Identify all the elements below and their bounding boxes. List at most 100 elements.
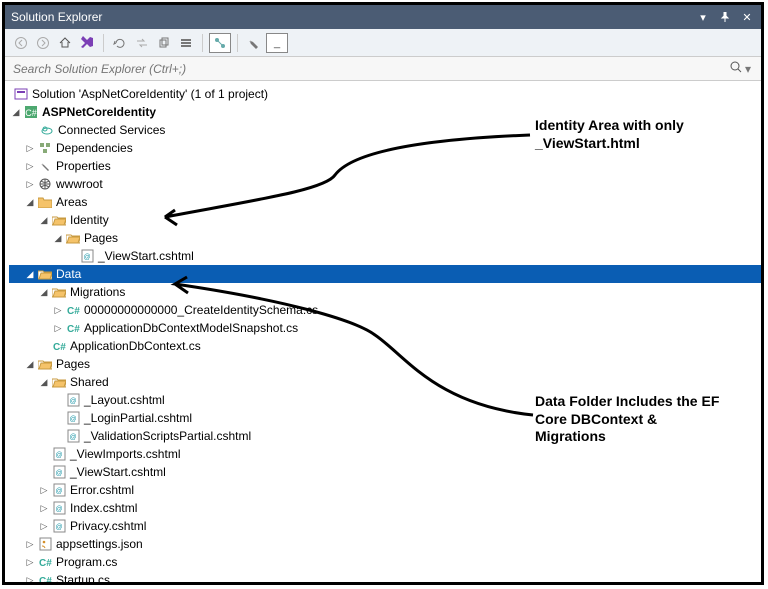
expand-icon[interactable]: ◢: [9, 107, 23, 118]
preview-toggle[interactable]: _: [266, 33, 288, 53]
node-label: _LoginPartial.cshtml: [84, 411, 192, 425]
node-label: Privacy.cshtml: [70, 519, 146, 533]
pin-button[interactable]: [717, 9, 733, 25]
tree-item-create-schema[interactable]: ▷ C# 00000000000000_CreateIdentitySchema…: [9, 301, 761, 319]
expand-icon[interactable]: ◢: [37, 215, 51, 226]
panel-title: Solution Explorer: [11, 10, 102, 24]
svg-text:C#: C#: [67, 306, 80, 316]
svg-text:@: @: [55, 524, 62, 531]
tree-item-viewstart-identity[interactable]: @ _ViewStart.cshtml: [9, 247, 761, 265]
tree-item-validation[interactable]: @_ValidationScriptsPartial.cshtml: [9, 427, 761, 445]
search-dropdown-icon[interactable]: ▾: [745, 62, 755, 76]
dependencies-icon: [37, 140, 53, 156]
cs-icon: C#: [65, 320, 81, 336]
folder-open-icon: [37, 266, 53, 282]
node-label: Pages: [84, 231, 118, 245]
tree-item-appdbcontext[interactable]: C# ApplicationDbContext.cs: [9, 337, 761, 355]
tree-item-pages[interactable]: ◢ Pages: [9, 355, 761, 373]
svg-text:@: @: [69, 434, 76, 441]
tree-item-shared[interactable]: ◢ Shared: [9, 373, 761, 391]
folder-open-icon: [37, 356, 53, 372]
tree-item-data[interactable]: ◢ Data: [9, 265, 761, 283]
dropdown-button[interactable]: ▾: [695, 9, 711, 25]
home-button[interactable]: [55, 33, 75, 53]
wrench-icon: [37, 158, 53, 174]
expand-icon[interactable]: ◢: [23, 269, 37, 280]
tree-item-migrations[interactable]: ◢ Migrations: [9, 283, 761, 301]
svg-text:C#: C#: [25, 108, 37, 118]
tree-item-index[interactable]: ▷@Index.cshtml: [9, 499, 761, 517]
tree-item-connected-services[interactable]: Connected Services: [9, 121, 761, 139]
collapse-button[interactable]: [176, 33, 196, 53]
tree-item-snapshot[interactable]: ▷ C# ApplicationDbContextModelSnapshot.c…: [9, 319, 761, 337]
expand-icon[interactable]: ◢: [51, 233, 65, 244]
node-label: appsettings.json: [56, 537, 143, 551]
folder-open-icon: [65, 230, 81, 246]
node-label: _ViewStart.cshtml: [98, 249, 194, 263]
nav-back-button[interactable]: [11, 33, 31, 53]
svg-text:@: @: [55, 470, 62, 477]
expand-icon[interactable]: ▷: [37, 521, 51, 532]
node-label: Areas: [56, 195, 87, 209]
expand-icon[interactable]: ▷: [23, 179, 37, 190]
expand-icon[interactable]: ▷: [23, 557, 37, 568]
svg-text:@: @: [69, 416, 76, 423]
tree-item-program[interactable]: ▷C#Program.cs: [9, 553, 761, 571]
tree-item-viewimports[interactable]: @_ViewImports.cshtml: [9, 445, 761, 463]
node-label: Error.cshtml: [70, 483, 134, 497]
tree-item-identity-pages[interactable]: ◢ Pages: [9, 229, 761, 247]
solution-icon: [13, 86, 29, 102]
node-label: Migrations: [70, 285, 125, 299]
properties-button[interactable]: [244, 33, 264, 53]
tree-item-privacy[interactable]: ▷ @ Privacy.cshtml: [9, 517, 761, 535]
node-label: ApplicationDbContext.cs: [70, 339, 201, 353]
class-view-toggle[interactable]: [209, 33, 231, 53]
expand-icon[interactable]: ▷: [51, 323, 65, 334]
expand-icon[interactable]: ▷: [37, 485, 51, 496]
node-label: Connected Services: [58, 123, 165, 137]
tree-item-areas[interactable]: ◢ Areas: [9, 193, 761, 211]
close-button[interactable]: ✕: [739, 9, 755, 25]
json-icon: [37, 536, 53, 552]
search-input[interactable]: [11, 61, 729, 77]
cshtml-icon: @: [51, 446, 67, 462]
cs-icon: C#: [37, 572, 53, 582]
tree-item-dependencies[interactable]: ▷ Dependencies: [9, 139, 761, 157]
sync-button[interactable]: [132, 33, 152, 53]
search-row: ▾: [5, 57, 761, 81]
expand-icon[interactable]: ◢: [37, 377, 51, 388]
copy-button[interactable]: [154, 33, 174, 53]
csproj-icon: C#: [23, 104, 39, 120]
expand-icon[interactable]: ◢: [23, 359, 37, 370]
tree-item-viewstart-pages[interactable]: @_ViewStart.cshtml: [9, 463, 761, 481]
solution-tree[interactable]: Solution 'AspNetCoreIdentity' (1 of 1 pr…: [5, 81, 761, 582]
project-node[interactable]: ◢ C# ASPNetCoreIdentity: [9, 103, 761, 121]
tree-item-identity[interactable]: ◢ Identity: [9, 211, 761, 229]
expand-icon[interactable]: ◢: [37, 287, 51, 298]
node-label: Data: [56, 267, 81, 281]
tree-item-loginpartial[interactable]: @ _LoginPartial.cshtml: [9, 409, 761, 427]
tree-item-properties[interactable]: ▷ Properties: [9, 157, 761, 175]
solution-node[interactable]: Solution 'AspNetCoreIdentity' (1 of 1 pr…: [9, 85, 761, 103]
cshtml-icon: @: [51, 518, 67, 534]
expand-icon[interactable]: ◢: [23, 197, 37, 208]
tree-item-error[interactable]: ▷ @ Error.cshtml: [9, 481, 761, 499]
tree-item-startup[interactable]: ▷C#Startup.cs: [9, 571, 761, 582]
svg-text:@: @: [55, 488, 62, 495]
tree-item-appsettings[interactable]: ▷ appsettings.json: [9, 535, 761, 553]
expand-icon[interactable]: ▷: [23, 575, 37, 583]
cs-icon: C#: [65, 302, 81, 318]
nav-forward-button[interactable]: [33, 33, 53, 53]
tree-item-wwwroot[interactable]: ▷ wwwroot: [9, 175, 761, 193]
expand-icon[interactable]: ▷: [51, 305, 65, 316]
folder-icon: [37, 194, 53, 210]
vs-icon[interactable]: [77, 33, 97, 53]
expand-icon[interactable]: ▷: [37, 503, 51, 514]
solution-label: Solution 'AspNetCoreIdentity' (1 of 1 pr…: [32, 87, 268, 101]
expand-icon[interactable]: ▷: [23, 539, 37, 550]
expand-icon[interactable]: ▷: [23, 143, 37, 154]
tree-item-layout[interactable]: @_Layout.cshtml: [9, 391, 761, 409]
expand-icon[interactable]: ▷: [23, 161, 37, 172]
refresh-button[interactable]: [110, 33, 130, 53]
svg-text:@: @: [55, 506, 62, 513]
